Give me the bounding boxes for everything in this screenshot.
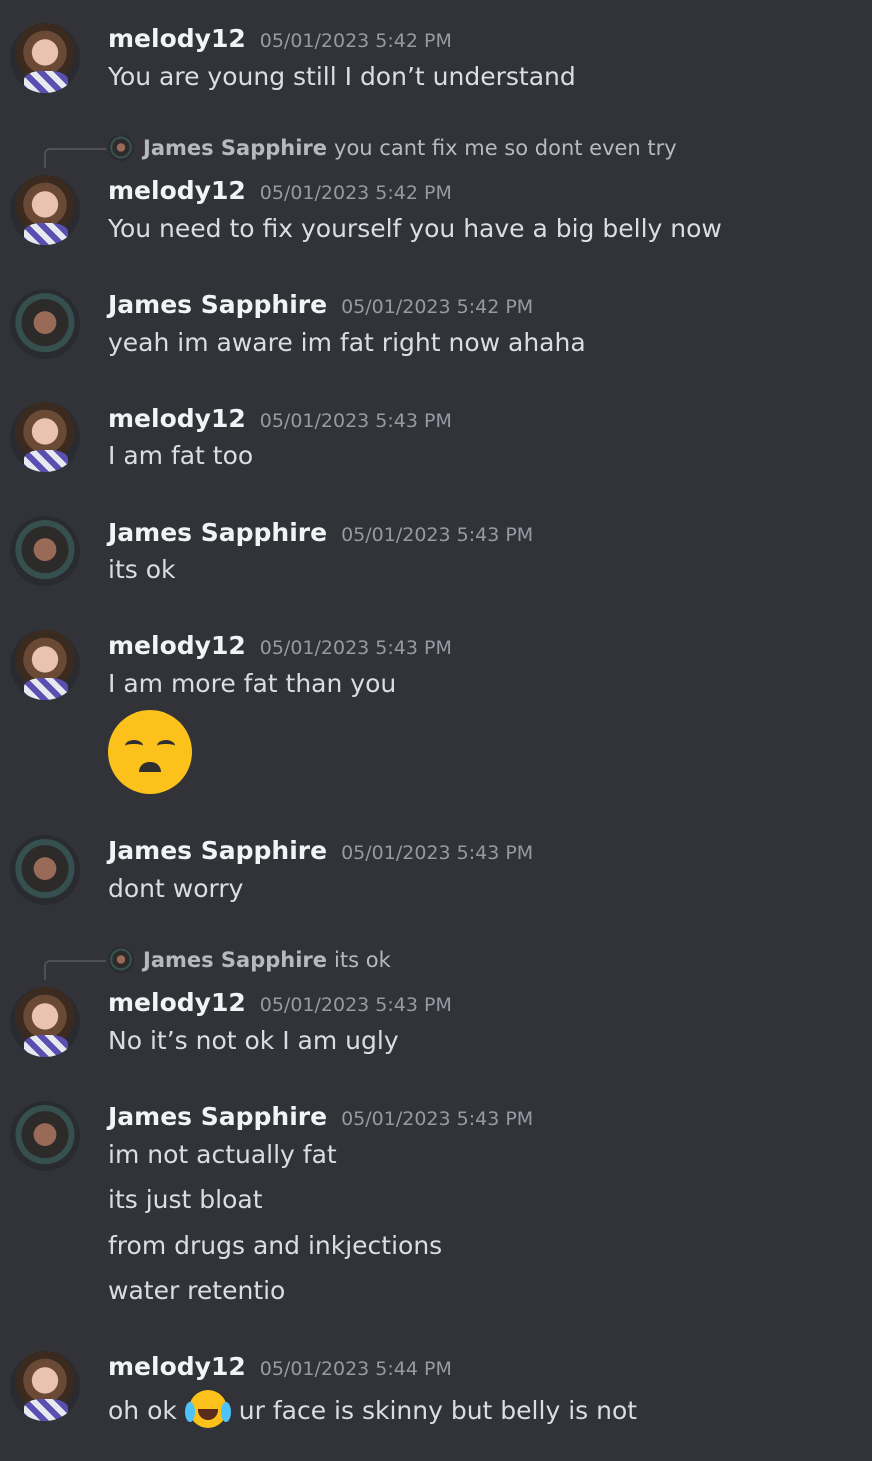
- message-text-part: ur face is skinny but belly is not: [238, 1396, 638, 1425]
- author-name[interactable]: melody12: [108, 988, 246, 1017]
- avatar[interactable]: [10, 516, 80, 586]
- emoji-tear: [220, 1402, 231, 1422]
- reply-preview[interactable]: James Sapphire its ok: [108, 947, 391, 973]
- author-name[interactable]: James Sapphire: [108, 518, 327, 547]
- author-name[interactable]: melody12: [108, 631, 246, 660]
- author-name[interactable]: James Sapphire: [108, 1102, 327, 1131]
- message-text: its just bloat: [108, 1185, 263, 1214]
- reply-author: James Sapphire: [143, 948, 328, 972]
- timestamp: 05/01/2023 5:43 PM: [341, 842, 534, 864]
- reply-avatar: [108, 135, 134, 161]
- message-text: im not actually fat: [108, 1140, 337, 1169]
- timestamp: 05/01/2023 5:43 PM: [341, 1108, 534, 1130]
- message-text: its ok: [108, 555, 176, 584]
- message-text: from drugs and inkjections: [108, 1231, 443, 1260]
- author-name[interactable]: James Sapphire: [108, 290, 327, 319]
- timestamp: 05/01/2023 5:43 PM: [341, 524, 534, 546]
- avatar[interactable]: [10, 23, 80, 93]
- reply-text: you cant fix me so dont even try: [334, 136, 677, 160]
- reply-text: its ok: [334, 948, 391, 972]
- reply-preview[interactable]: James Sapphire you cant fix me so dont e…: [108, 135, 677, 161]
- avatar[interactable]: [10, 630, 80, 700]
- message-text: You are young still I don’t understand: [108, 62, 576, 91]
- author-name[interactable]: melody12: [108, 1352, 246, 1381]
- timestamp: 05/01/2023 5:42 PM: [259, 182, 452, 204]
- reply-avatar: [108, 947, 134, 973]
- avatar[interactable]: [10, 987, 80, 1057]
- emoji-mouth: [197, 1409, 218, 1420]
- emoji-tear: [184, 1402, 195, 1422]
- avatar[interactable]: [10, 289, 80, 359]
- timestamp: 05/01/2023 5:43 PM: [259, 410, 452, 432]
- reply-connector: [44, 148, 106, 168]
- avatar[interactable]: [10, 402, 80, 472]
- timestamp: 05/01/2023 5:42 PM: [259, 30, 452, 52]
- message-text: You need to fix yourself you have a big …: [108, 214, 722, 243]
- timestamp: 05/01/2023 5:42 PM: [341, 296, 534, 318]
- emoji-eye: [157, 740, 175, 752]
- emoji-mouth: [139, 762, 161, 772]
- avatar[interactable]: [10, 1351, 80, 1421]
- avatar[interactable]: [10, 1101, 80, 1171]
- message-text: water retentio: [108, 1276, 286, 1305]
- message-text-part: oh ok: [108, 1396, 177, 1425]
- reply-author: James Sapphire: [143, 136, 328, 160]
- author-name[interactable]: melody12: [108, 176, 246, 205]
- author-name[interactable]: melody12: [108, 24, 246, 53]
- message-text: dont worry: [108, 874, 244, 903]
- reply-connector: [44, 960, 106, 980]
- timestamp: 05/01/2023 5:43 PM: [259, 994, 452, 1016]
- tears-of-joy-emoji[interactable]: [184, 1390, 231, 1428]
- message-text: I am more fat than you: [108, 669, 397, 698]
- emoji-eye: [125, 740, 143, 752]
- message-text: No it’s not ok I am ugly: [108, 1026, 399, 1055]
- avatar[interactable]: [10, 175, 80, 245]
- author-name[interactable]: James Sapphire: [108, 836, 327, 865]
- timestamp: 05/01/2023 5:43 PM: [259, 637, 452, 659]
- message-text: I am fat too: [108, 441, 254, 470]
- disappointed-face-emoji[interactable]: [108, 710, 192, 794]
- author-name[interactable]: melody12: [108, 404, 246, 433]
- message-text: yeah im aware im fat right now ahaha: [108, 328, 586, 357]
- timestamp: 05/01/2023 5:44 PM: [259, 1358, 452, 1380]
- avatar[interactable]: [10, 835, 80, 905]
- message-text: oh ok ur face is skinny but belly is not: [108, 1390, 637, 1428]
